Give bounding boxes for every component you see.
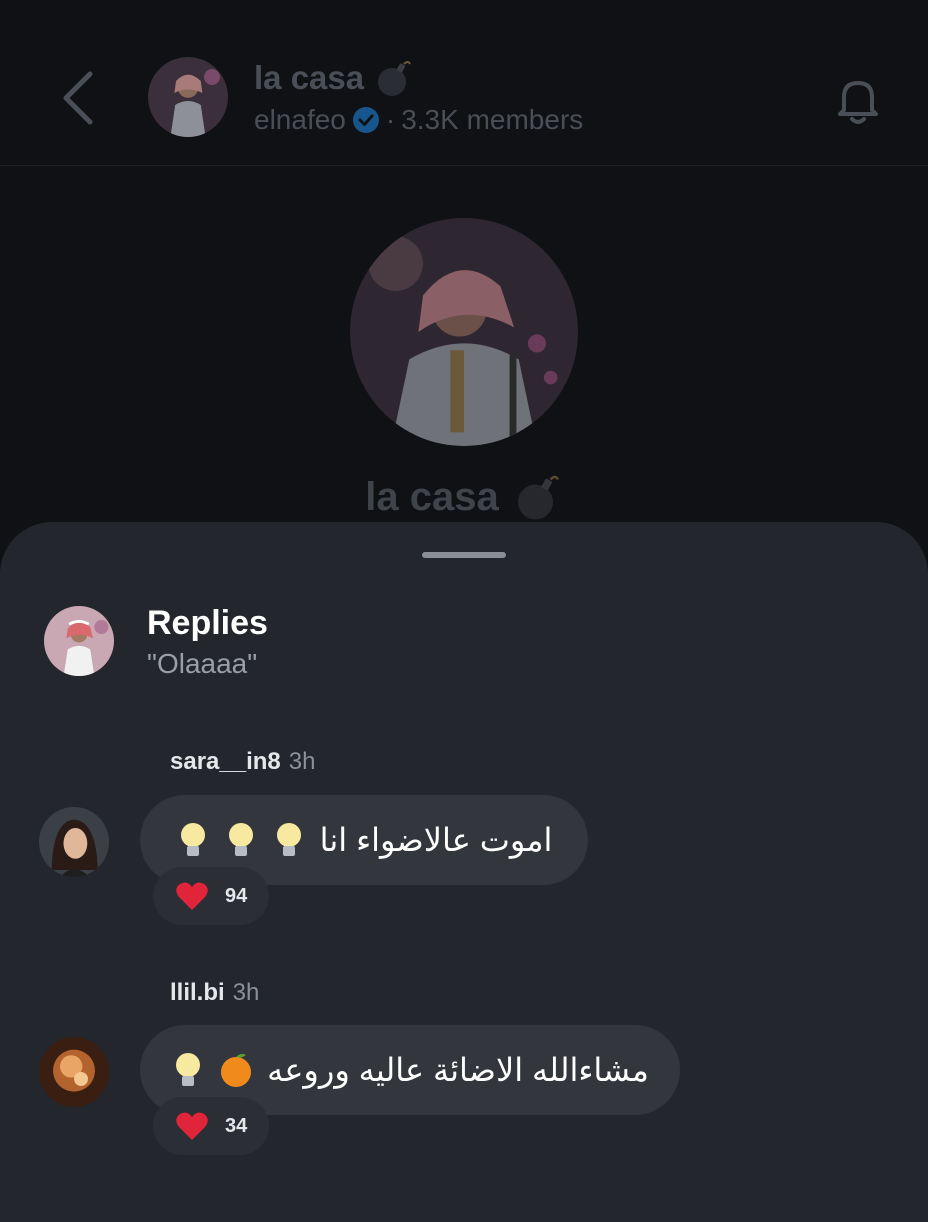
orange-icon — [219, 1050, 253, 1090]
lightbulb-icon — [272, 820, 306, 860]
sheet-title: Replies — [147, 604, 268, 642]
separator-dot: · — [385, 104, 396, 135]
reaction-chip[interactable]: 94 — [153, 867, 270, 925]
channel-subtitle-row: elnafeo · 3.3K members — [254, 104, 583, 136]
lightbulb-icon — [171, 1050, 205, 1090]
reply-username[interactable]: sara__in8 — [170, 748, 281, 775]
channel-profile-title: la casa — [365, 474, 499, 519]
bomb-icon — [517, 475, 559, 520]
bomb-icon — [378, 61, 412, 96]
replies-sheet: Replies "Olaaaa" sara__in8 3h اموت عالاضو… — [0, 522, 928, 1222]
reply-avatar[interactable] — [39, 807, 109, 877]
reaction-chip[interactable]: 34 — [153, 1097, 270, 1155]
reply-text: اموت عالاضواء انا — [319, 822, 553, 858]
channel-header: la casa elnafeo · 3.3K members — [0, 0, 928, 166]
reply-time: 3h — [288, 748, 316, 775]
reaction-count: 34 — [225, 1114, 248, 1137]
back-button[interactable] — [58, 70, 102, 126]
heart-icon — [176, 1112, 208, 1140]
channel-profile-title-row: la casa — [0, 472, 928, 522]
channel-profile-avatar — [350, 218, 578, 446]
reaction-count: 94 — [225, 884, 248, 907]
channel-avatar[interactable] — [148, 57, 228, 137]
channel-title: la casa — [254, 59, 365, 96]
reply-header: sara__in8 3h — [170, 748, 315, 776]
heart-icon — [176, 882, 208, 910]
original-message-avatar[interactable] — [44, 606, 114, 676]
notifications-button[interactable] — [830, 72, 886, 128]
channel-owner[interactable]: elnafeo — [254, 104, 346, 136]
bell-icon — [838, 81, 878, 124]
reply-username[interactable]: llil.bi — [170, 979, 225, 1006]
reply-time: 3h — [232, 979, 260, 1006]
channel-title-row: la casa — [254, 58, 414, 98]
chevron-left-icon — [63, 71, 93, 125]
sheet-drag-handle[interactable] — [422, 552, 506, 558]
reply-text: مشاءالله الاضائة عاليه وروعه — [267, 1052, 649, 1088]
lightbulb-icon — [176, 820, 210, 860]
member-count: 3.3K members — [401, 104, 584, 135]
lightbulb-icon — [224, 820, 258, 860]
verified-badge-icon — [352, 107, 379, 133]
original-message-quote: "Olaaaa" — [147, 648, 258, 679]
reply-header: llil.bi 3h — [170, 979, 259, 1007]
reply-avatar[interactable] — [39, 1037, 109, 1107]
